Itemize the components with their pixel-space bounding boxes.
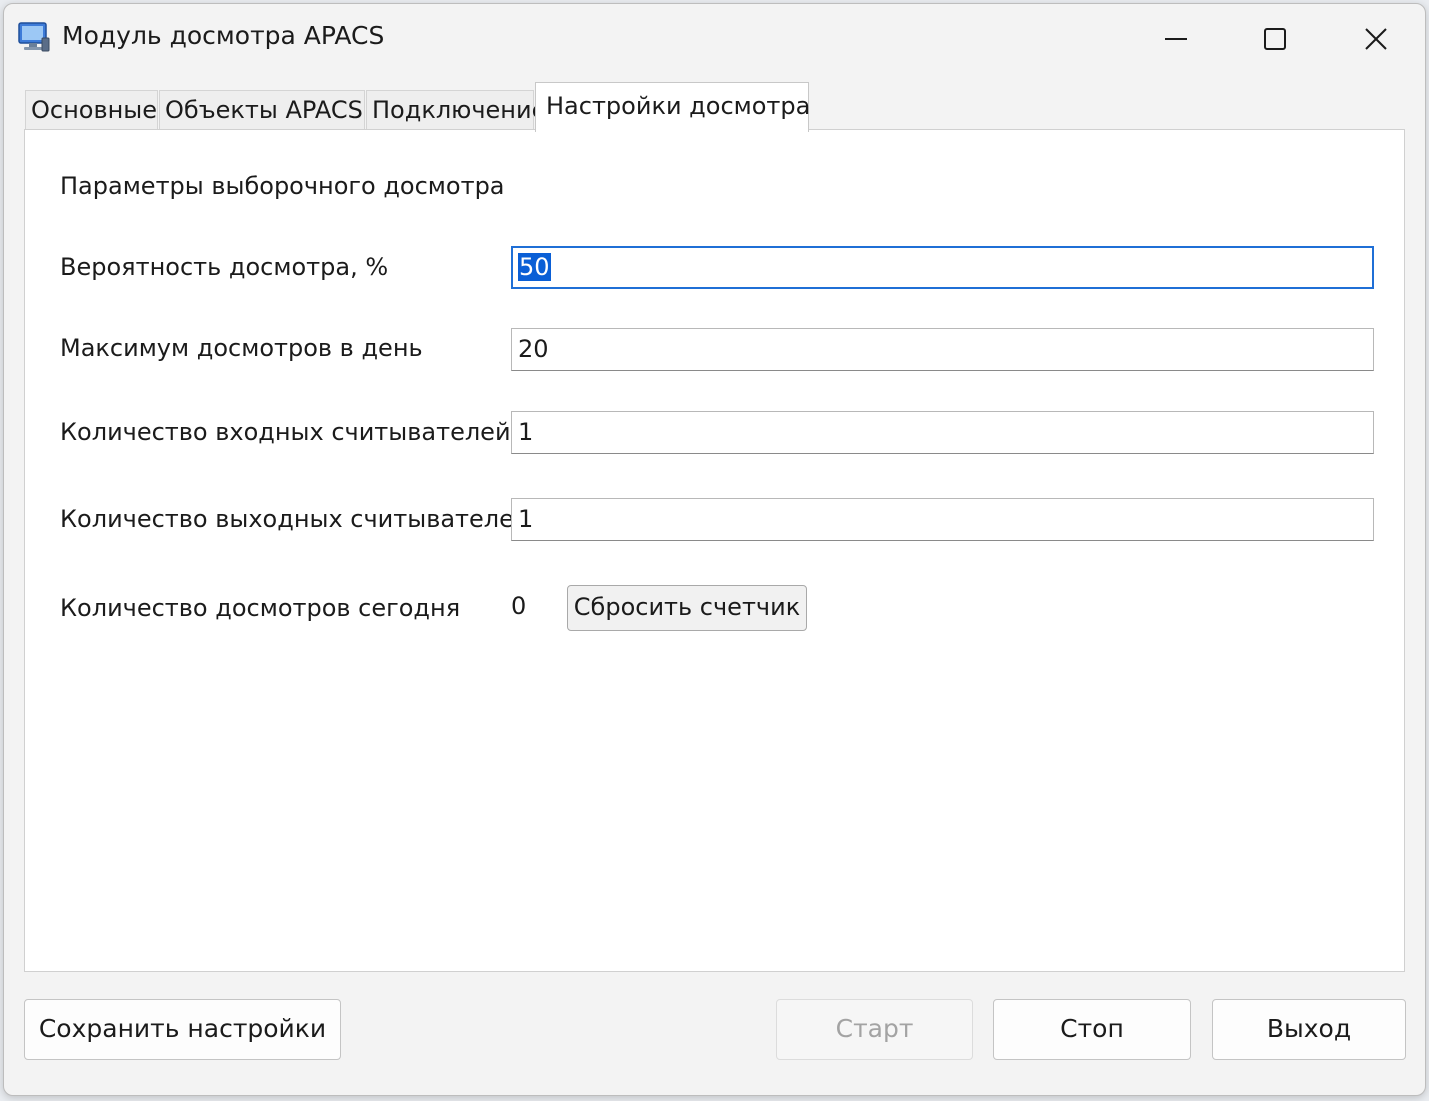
stop-button[interactable]: Стоп [993, 999, 1191, 1060]
maximize-icon [1263, 27, 1287, 51]
start-button[interactable]: Старт [776, 999, 973, 1060]
probability-value: 50 [518, 253, 551, 281]
inspection-settings-panel: Параметры выборочного досмотра Вероятнос… [24, 129, 1405, 972]
save-settings-button[interactable]: Сохранить настройки [24, 999, 341, 1060]
probability-label: Вероятность досмотра, % [60, 253, 389, 281]
window-title: Модуль досмотра APACS [62, 21, 385, 50]
close-icon [1364, 27, 1388, 51]
close-button[interactable] [1336, 10, 1416, 68]
computer-monitor-icon [17, 20, 51, 54]
reset-counter-button[interactable]: Сбросить счетчик [567, 585, 807, 631]
output-readers-input[interactable]: 1 [511, 498, 1374, 541]
section-title: Параметры выборочного досмотра [60, 172, 505, 200]
maximize-button[interactable] [1235, 10, 1315, 68]
minimize-button[interactable] [1136, 10, 1216, 68]
max-per-day-label: Максимум досмотров в день [60, 334, 423, 362]
input-readers-input[interactable]: 1 [511, 411, 1374, 454]
app-window: Модуль досмотра APACS Основные Объекты A… [3, 3, 1426, 1096]
output-readers-label: Количество выходных считывателей [60, 505, 530, 533]
today-count-label: Количество досмотров сегодня [60, 594, 461, 622]
tab-connection[interactable]: Подключение [366, 90, 546, 130]
title-bar[interactable]: Модуль досмотра APACS [4, 4, 1425, 70]
probability-input[interactable]: 50 [511, 246, 1374, 289]
today-count-value: 0 [511, 592, 527, 620]
minimize-icon [1164, 27, 1188, 51]
tab-general[interactable]: Основные [25, 90, 158, 130]
max-per-day-input[interactable]: 20 [511, 328, 1374, 371]
input-readers-label: Количество входных считывателей [60, 418, 511, 446]
tab-inspection-settings[interactable]: Настройки досмотра [535, 82, 810, 132]
exit-button[interactable]: Выход [1212, 999, 1406, 1060]
tab-apacs-objects[interactable]: Объекты APACS [159, 90, 365, 130]
